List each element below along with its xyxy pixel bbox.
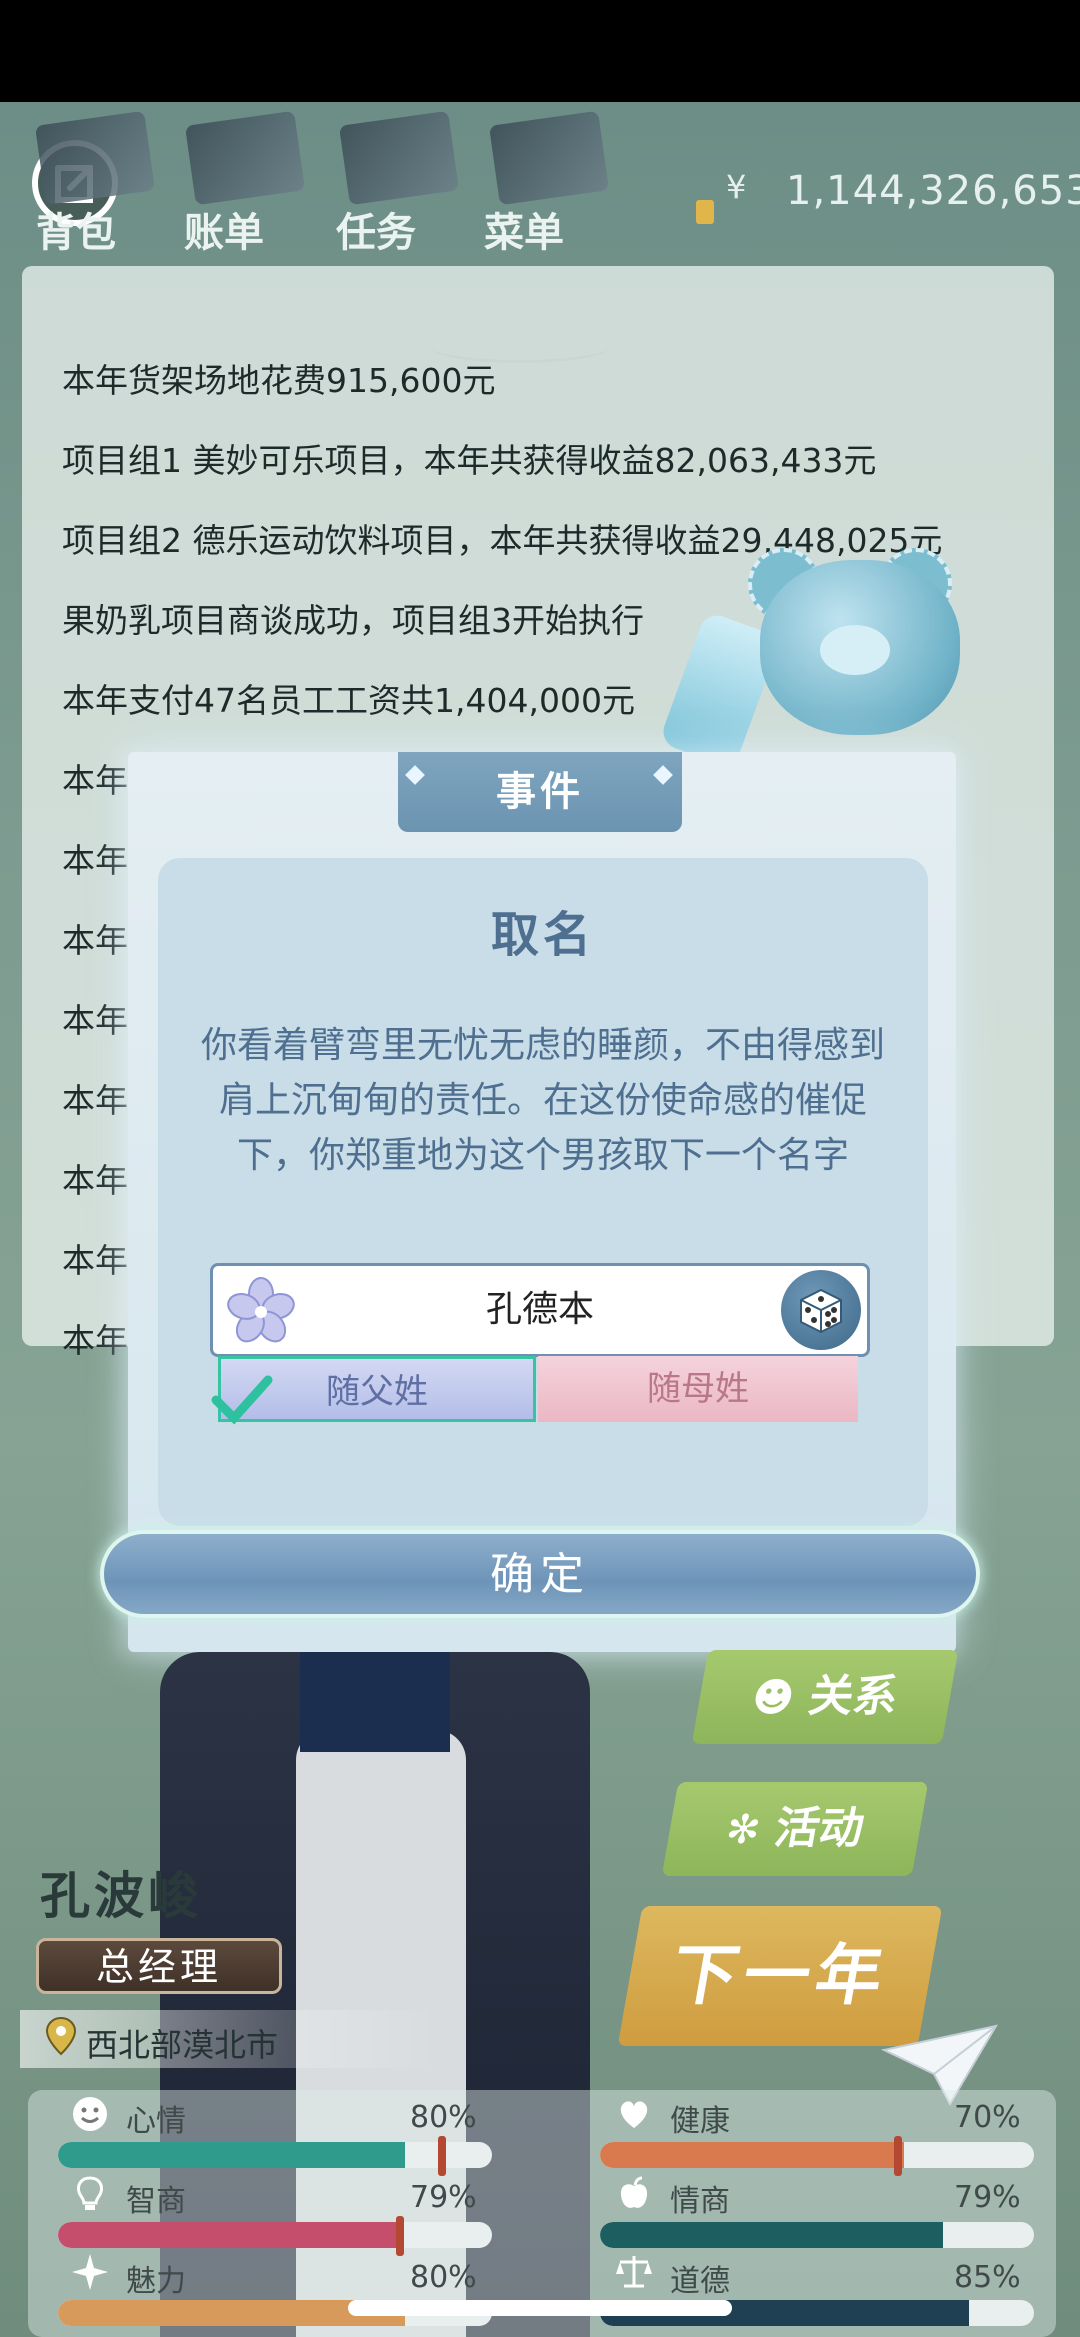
- nav-bill[interactable]: 账单: [184, 200, 264, 258]
- stat-bar-fill: [58, 2142, 406, 2168]
- name-value: 孔德本: [485, 1289, 594, 1330]
- activities-button[interactable]: ✻ 活动: [661, 1782, 929, 1876]
- location-pin-icon: [45, 2016, 77, 2056]
- stat-percent: 70%: [954, 2100, 1021, 2135]
- relations-button[interactable]: ☻ 关系: [691, 1650, 959, 1744]
- stat-bar: [600, 2222, 1034, 2248]
- surname-mother-option[interactable]: 随母姓: [538, 1356, 858, 1422]
- menu-icon: [488, 110, 610, 206]
- stat-marker: [396, 2216, 404, 2256]
- report-line: 本年货架场地花费915,600元: [62, 361, 496, 400]
- scale-icon: [616, 2256, 652, 2288]
- report-line: 果奶乳项目商谈成功，项目组3开始执行: [62, 601, 644, 640]
- stat-bar-fill: [600, 2222, 943, 2248]
- dialog-tab: 事件: [398, 752, 682, 832]
- apple-icon: [620, 2176, 648, 2208]
- stat-label: 健康: [670, 2104, 730, 2139]
- stat-percent: 80%: [410, 2260, 477, 2295]
- stat-bar: [58, 2142, 492, 2168]
- report-line: 项目组2 德乐运动饮料项目，本年共获得收益29,448,025元: [62, 521, 943, 560]
- stat-label: 情商: [670, 2184, 730, 2219]
- stat-label: 魅力: [126, 2264, 186, 2299]
- activity-icon: ✻: [722, 1807, 764, 1853]
- money-display: ¥ 1,144,326,653: [690, 160, 1080, 226]
- stat-bar-fill: [58, 2222, 401, 2248]
- location-text: 西北部漠北市: [86, 2026, 279, 2064]
- task-icon: [338, 110, 460, 206]
- bear-snout: [820, 625, 890, 675]
- dialog-title: 取名: [490, 907, 595, 963]
- report-line: 项目组1 美妙可乐项目，本年共获得收益82,063,433元: [62, 441, 877, 480]
- stat-percent: 79%: [954, 2180, 1021, 2215]
- random-name-button[interactable]: [781, 1270, 861, 1350]
- nav-menu[interactable]: 菜单: [484, 200, 564, 258]
- sparkle-icon: [72, 2254, 108, 2290]
- status-bar: [0, 0, 1080, 102]
- bag-icon: [34, 110, 156, 206]
- activities-label: 活动: [771, 1803, 869, 1854]
- currency-icon: ¥: [726, 168, 747, 206]
- heart-icon: [620, 2101, 648, 2128]
- stat-label: 智商: [126, 2184, 186, 2219]
- stat-marker: [894, 2136, 902, 2176]
- relations-label: 关系: [805, 1671, 903, 1722]
- stat-bar-fill: [600, 2142, 904, 2168]
- money-value: 1,144,326,653: [786, 168, 1080, 214]
- nav-bag[interactable]: 背包: [36, 200, 116, 258]
- bill-icon: [184, 110, 306, 206]
- nav-task[interactable]: 任务: [336, 200, 416, 258]
- stat-percent: 85%: [954, 2260, 1021, 2295]
- report-line: 本年支付47名员工工资共1,404,000元: [62, 681, 635, 720]
- coin-icon: [696, 200, 714, 224]
- stat-bar: [58, 2222, 492, 2248]
- stat-label: 心情: [126, 2104, 186, 2139]
- character-collar: [300, 1652, 450, 1752]
- check-icon: [211, 1375, 273, 1425]
- stat-percent: 79%: [410, 2180, 477, 2215]
- stat-bar: [600, 2142, 1034, 2168]
- smile-icon: [73, 2097, 107, 2131]
- stat-label: 道德: [670, 2264, 730, 2299]
- people-icon: ☻: [748, 1675, 799, 1721]
- character-name: 孔波峻: [40, 1867, 202, 1925]
- stat-percent: 80%: [410, 2100, 477, 2135]
- stat-marker: [438, 2136, 446, 2176]
- name-input[interactable]: 孔德本: [210, 1263, 870, 1357]
- confirm-button[interactable]: 确定: [100, 1530, 980, 1618]
- lightbulb-icon: [77, 2176, 103, 2210]
- character-title: 总经理: [36, 1938, 282, 1994]
- dice-icon: [800, 1288, 842, 1334]
- dialog-text: 你看着臂弯里无忧无虑的睡颜，不由得感到肩上沉甸甸的责任。在这份使命感的催促下，你…: [200, 1025, 885, 1176]
- home-indicator[interactable]: [348, 2300, 732, 2316]
